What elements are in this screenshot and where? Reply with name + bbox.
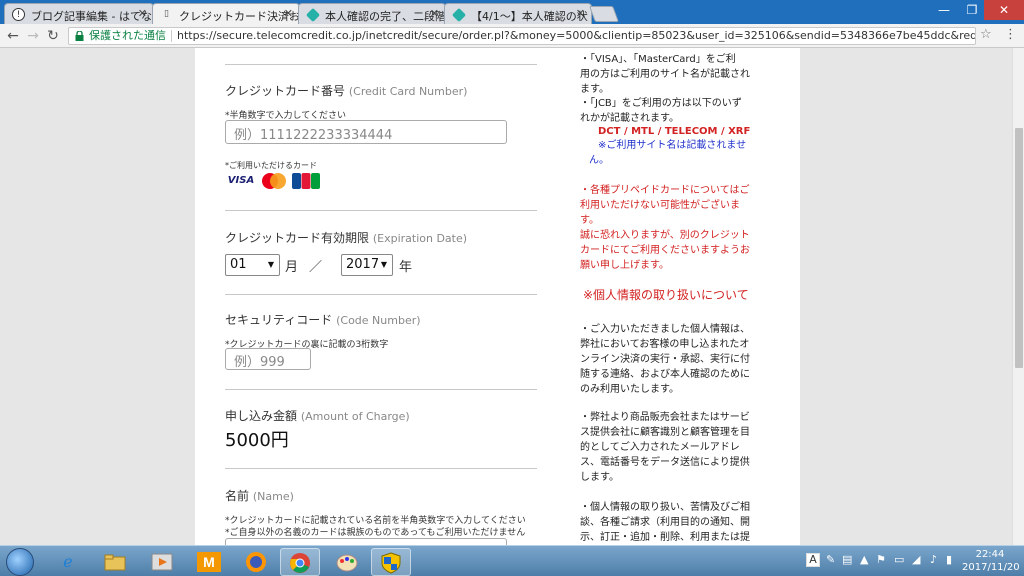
expiry-year-select[interactable]: 2017 ▼: [341, 254, 393, 276]
clock-time: 22:44: [975, 549, 1005, 560]
diamond-icon: [305, 7, 321, 23]
flag-icon[interactable]: ⚑: [876, 553, 886, 566]
privacy-note-2: ・弊社より商品販売会社またはサービ ス提供会社に顧客識別と顧客管理を目 的としてご入…: [580, 412, 750, 483]
tab-title: 【4/1〜】本人確認の状: [471, 10, 588, 23]
lock-icon: [75, 31, 84, 41]
new-tab-button[interactable]: [589, 6, 619, 22]
ime-icon[interactable]: ✎: [826, 553, 835, 566]
jcb-note: ・「JCB」をご利用の方は以下のいず れかが記載されます。: [580, 98, 742, 124]
internet-explorer-icon[interactable]: ℯ: [48, 548, 88, 576]
dropdown-arrow-icon: ▼: [380, 260, 387, 269]
month-unit: 月: [285, 260, 299, 275]
privacy-heading: ※個人情報の取り扱いについて: [583, 288, 749, 302]
media-player-icon[interactable]: [142, 548, 182, 576]
jcb-merchant-names: DCT / MTL / TELECOM / XRF: [598, 126, 751, 137]
start-button[interactable]: [6, 548, 34, 576]
menu-icon[interactable]: ⋮: [1004, 27, 1017, 42]
paint-icon[interactable]: [327, 548, 367, 576]
close-icon[interactable]: ✕: [430, 7, 439, 20]
close-icon[interactable]: ✕: [284, 7, 293, 20]
name-note-2: *ご自身以外の名義のカードは親族のものであってもご利用いただけません: [225, 528, 526, 538]
expiry-label: クレジットカード有効期限 (Expiration Date): [225, 231, 468, 245]
reload-icon[interactable]: ↻: [44, 27, 62, 45]
tab-identity-verification[interactable]: 本人確認の完了、二段階 ✕: [298, 3, 446, 24]
date-separator: ／: [309, 260, 323, 275]
chrome-icon[interactable]: [280, 548, 320, 576]
battery-icon[interactable]: ▮: [946, 553, 952, 566]
amount-value: 5000円: [225, 430, 289, 451]
close-icon[interactable]: ✕: [138, 7, 147, 20]
url-bar[interactable]: 保護された通信 https://secure.telecomcredit.co.…: [68, 27, 976, 45]
divider: [225, 210, 537, 211]
accepted-cards-note: *ご利用いただけるカード: [225, 161, 317, 170]
amount-label: 申し込み金額 (Amount of Charge): [225, 409, 410, 423]
dropdown-arrow-icon: ▼: [267, 260, 274, 269]
vertical-scrollbar[interactable]: [1012, 48, 1024, 545]
tab-credit-card-payment[interactable]: ▯ クレジットカード決済お ✕: [152, 3, 300, 24]
tab-title: ブログ記事編集 - はてな: [31, 10, 152, 23]
volume-icon[interactable]: ♪: [930, 553, 937, 566]
secure-connection-label: 保護された通信: [89, 29, 166, 42]
page-icon: ▯: [164, 9, 169, 19]
expiry-month-select[interactable]: 01 ▼: [225, 254, 280, 276]
wifi-icon[interactable]: ◢: [912, 553, 920, 566]
tab-strip: ! ブログ記事編集 - はてな ✕ ▯ クレジットカード決済お ✕ 本人確認の完…: [0, 0, 1024, 24]
page-content: クレジットカード番号 (Credit Card Number) *半角数字で入力…: [0, 48, 1012, 545]
security-shield-icon[interactable]: [371, 548, 411, 576]
hatena-icon: !: [12, 8, 25, 21]
divider: [225, 468, 537, 469]
svg-text:M: M: [203, 554, 215, 570]
card-number-input[interactable]: 例）1111222233334444: [225, 120, 507, 144]
tab-identity-status[interactable]: 【4/1〜】本人確認の状 ✕: [444, 3, 592, 24]
visa-logo: VISA: [227, 175, 255, 186]
jcb-site-note: ※ご利用サイト名は記載されませ ん。: [589, 140, 747, 166]
window-close-button[interactable]: ✕: [984, 0, 1024, 20]
diamond-icon: [451, 7, 467, 23]
minimize-button[interactable]: —: [930, 0, 958, 20]
tab-title: クレジットカード決済お: [179, 10, 300, 23]
name-input[interactable]: [225, 538, 507, 545]
divider: [225, 64, 537, 65]
m-app-icon[interactable]: M: [189, 548, 229, 576]
prepaid-card-note: ・各種プリペイドカードについてはご 利用いただけない可能性がございま す。 誠に恐れ…: [580, 185, 750, 271]
divider: [225, 294, 537, 295]
bookmark-star-icon[interactable]: ☆: [980, 27, 992, 42]
mastercard-logo: [259, 172, 289, 190]
divider: [225, 389, 537, 390]
jcb-logo: [291, 172, 321, 190]
security-code-input[interactable]: 例）999: [225, 348, 311, 370]
back-arrow-icon[interactable]: ←: [4, 27, 22, 45]
privacy-note-1: ・ご入力いただきました個人情報は、 弊社においてお客様の申し込まれたオ ンライン決済…: [580, 324, 750, 395]
card-number-label: クレジットカード番号 (Credit Card Number): [225, 84, 468, 98]
url-text: https://secure.telecomcredit.co.jp/inetc…: [177, 29, 976, 42]
address-toolbar: ← → ↻ 保護された通信 https://secure.telecomcred…: [0, 24, 1024, 48]
restore-button[interactable]: ❐: [958, 0, 986, 20]
file-explorer-icon[interactable]: [95, 548, 135, 576]
privacy-note-3: ・個人情報の取り扱い、苦情及びご相 談、各種ご請求（利用目的の通知、開 示、訂正・追…: [580, 502, 750, 543]
language-indicator[interactable]: A: [806, 553, 820, 567]
right-margin: [800, 48, 1012, 545]
scrollbar-thumb[interactable]: [1015, 128, 1023, 368]
clock-date: 2017/11/20: [962, 562, 1020, 573]
display-icon[interactable]: ▭: [894, 553, 904, 566]
url-separator: [171, 30, 172, 42]
tab-hatena-blog[interactable]: ! ブログ記事編集 - はてな ✕: [4, 3, 154, 24]
left-margin: [0, 48, 195, 545]
year-unit: 年: [399, 260, 413, 275]
show-hidden-icons-icon[interactable]: ▲: [860, 553, 868, 566]
forward-arrow-icon[interactable]: →: [24, 27, 42, 45]
firefox-icon[interactable]: [236, 548, 276, 576]
security-code-label: セキュリティコード (Code Number): [225, 313, 421, 327]
tab-title: 本人確認の完了、二段階: [325, 10, 446, 23]
system-clock[interactable]: 22:44 2017/11/20: [962, 548, 1020, 574]
taskbar: ℯ M A ✎ ▤ ▲ ⚑ ▭ ◢ ♪ ▮ 22:44 2017/11/20: [0, 545, 1024, 576]
close-icon[interactable]: ✕: [576, 7, 585, 20]
name-label: 名前 (Name): [225, 489, 294, 503]
network-icon[interactable]: ▤: [842, 553, 852, 566]
visa-mastercard-note: ・「VISA」、「MasterCard」をご利 用の方はご利用のサイト名が記載され…: [580, 54, 750, 95]
